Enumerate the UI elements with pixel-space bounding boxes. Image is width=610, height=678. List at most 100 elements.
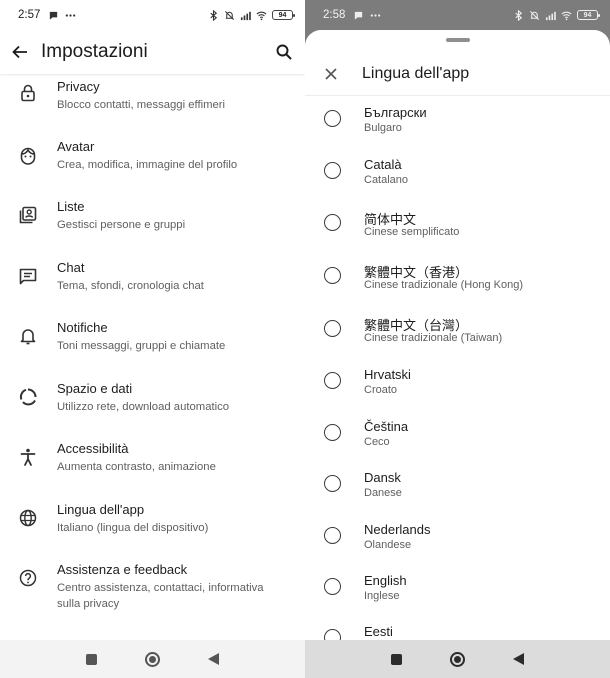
silent-bell-icon	[225, 10, 234, 20]
language-option[interactable]: Hrvatski Croato	[305, 362, 610, 414]
language-option[interactable]: 繁體中文（台灣） Cinese tradizionale (Taiwan)	[305, 310, 610, 362]
settings-screen: 2:57 94 Impostazioni Privacy Blocco cont…	[0, 0, 305, 678]
storage-circle-icon	[19, 388, 37, 406]
back-arrow-icon[interactable]	[9, 41, 31, 63]
settings-item-title: Liste	[57, 199, 85, 214]
radio-button[interactable]	[324, 578, 341, 595]
settings-item-accessibilita[interactable]: Accessibilità Aumenta contrasto, animazi…	[0, 436, 305, 492]
radio-button[interactable]	[324, 214, 341, 231]
language-name: Čeština	[364, 419, 409, 434]
page-title: Impostazioni	[41, 41, 148, 62]
more-dots-icon	[371, 13, 381, 17]
radio-button[interactable]	[324, 320, 341, 337]
language-name: Dansk	[364, 470, 401, 485]
settings-item-lingua[interactable]: Lingua dell'app Italiano (lingua del dis…	[0, 497, 305, 553]
status-bar: 2:57 94	[0, 0, 305, 30]
settings-item-spazio-dati[interactable]: Spazio e dati Utilizzo rete, download au…	[0, 376, 305, 432]
language-translation: Inglese	[364, 590, 400, 602]
recents-button[interactable]	[391, 653, 402, 665]
settings-item-privacy[interactable]: Privacy Blocco contatti, messaggi effime…	[0, 74, 305, 130]
settings-item-notifiche[interactable]: Notifiche Toni messaggi, gruppi e chiama…	[0, 315, 305, 371]
language-option[interactable]: English Inglese	[305, 568, 610, 620]
settings-item-avatar[interactable]: Avatar Crea, modifica, immagine del prof…	[0, 134, 305, 190]
radio-button[interactable]	[324, 110, 341, 127]
language-translation: Danese	[364, 487, 402, 499]
home-button[interactable]	[450, 651, 465, 667]
radio-button[interactable]	[324, 629, 341, 640]
home-button[interactable]	[145, 651, 160, 667]
top-app-bar: Impostazioni	[0, 30, 305, 74]
language-translation: Cinese tradizionale (Hong Kong)	[364, 279, 523, 291]
settings-item-title: Assistenza e feedback	[57, 562, 188, 577]
search-icon[interactable]	[273, 41, 295, 63]
sheet-header: Lingua dell'app	[305, 52, 610, 96]
back-button[interactable]	[513, 653, 524, 665]
settings-item-assistenza[interactable]: Assistenza e feedback Centro assistenza,…	[0, 557, 305, 623]
system-nav-bar	[0, 640, 305, 678]
screenshot-pair: 2:57 94 Impostazioni Privacy Blocco cont…	[0, 0, 610, 678]
radio-button[interactable]	[324, 527, 341, 544]
settings-item-subtitle: Utilizzo rete, download automatico	[57, 401, 230, 413]
language-name: Hrvatski	[364, 367, 411, 382]
settings-item-subtitle: Italiano (lingua del dispositivo)	[57, 522, 209, 534]
language-option[interactable]: Čeština Ceco	[305, 414, 610, 466]
wifi-icon	[561, 11, 572, 20]
language-option[interactable]: Eesti	[305, 619, 610, 640]
signal-icon	[240, 11, 251, 20]
close-icon[interactable]	[321, 64, 341, 84]
settings-item-chat[interactable]: Chat Tema, sfondi, cronologia chat	[0, 255, 305, 311]
chat-bubble-notification-icon	[50, 11, 58, 20]
sheet-drag-handle[interactable]	[446, 38, 470, 42]
status-time: 2:58	[323, 9, 346, 21]
language-option[interactable]: 繁體中文（香港） Cinese tradizionale (Hong Kong)	[305, 257, 610, 309]
bluetooth-icon	[210, 9, 218, 21]
language-name: Català	[364, 157, 402, 172]
system-nav-bar	[305, 640, 610, 678]
battery-indicator: 94	[577, 10, 600, 20]
more-dots-icon	[66, 13, 76, 17]
settings-item-subtitle: Tema, sfondi, cronologia chat	[57, 280, 204, 292]
lock-icon	[21, 84, 35, 102]
language-bottom-sheet: Lingua dell'app Български Bulgaro Català…	[305, 30, 610, 640]
bluetooth-icon	[515, 9, 523, 21]
radio-button[interactable]	[324, 162, 341, 179]
status-bar: 2:58 94	[305, 0, 610, 30]
back-button[interactable]	[208, 653, 219, 665]
chat-icon	[19, 268, 37, 285]
radio-button[interactable]	[324, 267, 341, 284]
language-name: English	[364, 573, 407, 588]
radio-button[interactable]	[324, 372, 341, 389]
settings-item-title: Privacy	[57, 79, 100, 94]
language-translation: Ceco	[364, 436, 390, 448]
settings-item-subtitle: Aumenta contrasto, animazione	[57, 461, 216, 473]
status-time: 2:57	[18, 9, 41, 21]
language-name: Nederlands	[364, 522, 431, 537]
language-translation: Cinese tradizionale (Taiwan)	[364, 332, 503, 344]
settings-item-title: Notifiche	[57, 320, 108, 335]
settings-item-title: Chat	[57, 260, 85, 275]
wifi-icon	[256, 11, 267, 20]
settings-item-title: Accessibilità	[57, 441, 129, 456]
radio-button[interactable]	[324, 475, 341, 492]
settings-item-title: Spazio e dati	[57, 381, 133, 396]
help-icon	[19, 569, 37, 587]
signal-icon	[545, 11, 556, 20]
language-translation: Olandese	[364, 539, 412, 551]
silent-bell-icon	[530, 10, 539, 20]
chat-bubble-notification-icon	[355, 11, 363, 20]
settings-item-liste[interactable]: Liste Gestisci persone e gruppi	[0, 194, 305, 250]
settings-item-title: Avatar	[57, 139, 95, 154]
language-option[interactable]: Nederlands Olandese	[305, 517, 610, 569]
settings-item-subtitle: Crea, modifica, immagine del profilo	[57, 159, 238, 171]
recents-button[interactable]	[86, 653, 97, 665]
language-option[interactable]: 简体中文 Cinese semplificato	[305, 204, 610, 256]
contact-list-icon	[19, 206, 37, 224]
avatar-face-icon	[20, 147, 36, 165]
language-option[interactable]: Català Catalano	[305, 152, 610, 204]
settings-item-subtitle: Toni messaggi, gruppi e chiamate	[57, 340, 226, 352]
language-option[interactable]: Български Bulgaro	[305, 100, 610, 152]
globe-icon	[19, 509, 37, 527]
bell-icon	[20, 329, 36, 345]
radio-button[interactable]	[324, 424, 341, 441]
language-option[interactable]: Dansk Danese	[305, 465, 610, 517]
